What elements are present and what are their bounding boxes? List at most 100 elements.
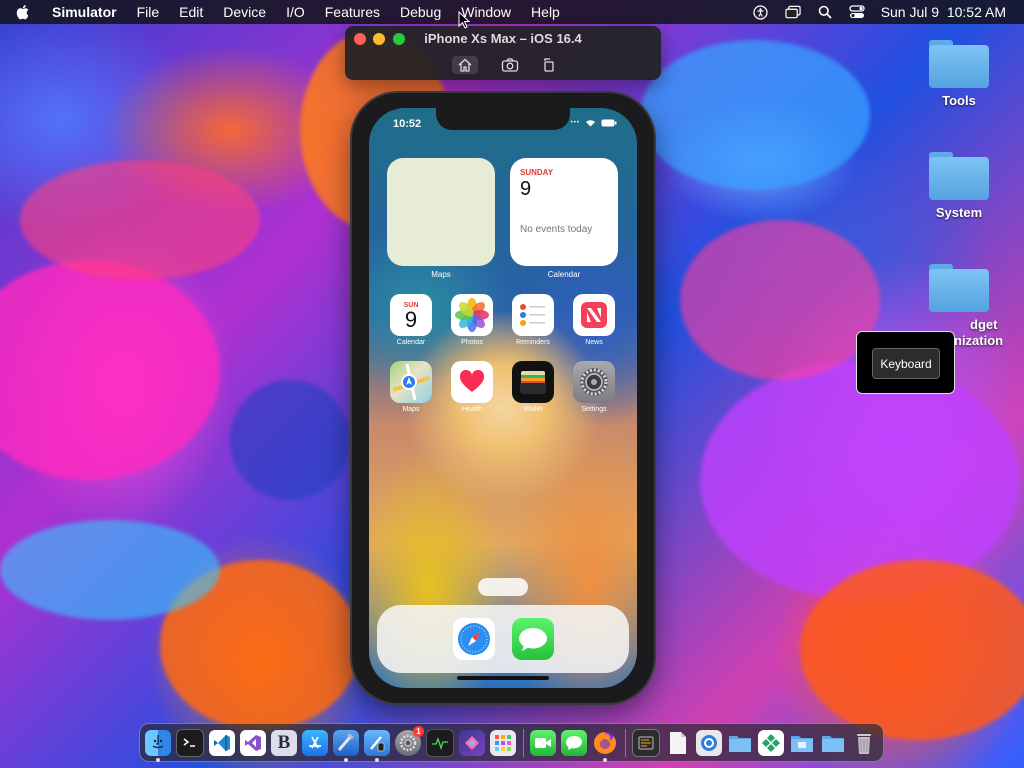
menu-app-name[interactable]: Simulator: [52, 4, 117, 20]
menu-bar: Simulator File Edit Device I/O Features …: [0, 0, 1024, 24]
iphone-home-screen[interactable]: 10:52 ••• Maps SUNDAY 9 No events today …: [369, 108, 637, 688]
app-label: Maps: [402, 406, 420, 413]
dock-separator: [625, 728, 626, 757]
control-center-icon[interactable]: [849, 4, 865, 20]
trash-icon[interactable]: [851, 730, 877, 756]
apple-menu-icon[interactable]: [16, 4, 38, 20]
affinity-icon[interactable]: [459, 729, 485, 756]
keyboard-button[interactable]: Keyboard: [872, 348, 940, 379]
app-label: News: [585, 339, 603, 346]
app-reminders[interactable]: Reminders: [512, 294, 554, 346]
calendar-widget-label: Calendar: [547, 270, 581, 279]
menu-file[interactable]: File: [137, 4, 160, 20]
spotlight-search-icon[interactable]: [817, 4, 833, 20]
menubar-clock[interactable]: Sun Jul 9 10:52 AM: [881, 4, 1006, 20]
vscode-icon[interactable]: [209, 729, 235, 756]
screen-mirroring-icon[interactable]: [785, 4, 801, 20]
app-label: Health: [461, 406, 483, 413]
visual-studio-icon[interactable]: [240, 729, 266, 756]
calendar-widget-day: SUNDAY: [520, 168, 554, 177]
phone-status-time: 10:52: [393, 118, 422, 130]
page-indicator-search[interactable]: [478, 578, 528, 596]
app-store-icon[interactable]: [302, 729, 328, 756]
app-news[interactable]: News: [573, 294, 615, 346]
wifi-icon: [586, 120, 595, 127]
home-indicator[interactable]: [457, 676, 549, 680]
calendar-widget-date: 9: [520, 178, 532, 200]
app-calendar[interactable]: SUN 9 Calendar: [390, 294, 432, 346]
safari-icon[interactable]: [453, 618, 495, 660]
mouse-cursor-icon: [458, 11, 470, 29]
home-icon: [458, 58, 472, 72]
desktop-folder-system[interactable]: System: [914, 152, 1004, 220]
signal-dots-icon: •••: [570, 120, 580, 126]
simulator-window-toolbar[interactable]: iPhone Xs Max – iOS 16.4: [345, 26, 661, 80]
news-icon: [573, 294, 615, 336]
phone-notch: [436, 108, 570, 130]
menu-debug[interactable]: Debug: [400, 4, 441, 20]
battery-icon: [601, 119, 617, 127]
settings-gear-icon: [573, 361, 615, 403]
app-label: Photos: [461, 339, 483, 346]
calendar-widget-events: No events today: [520, 224, 593, 235]
app-maps[interactable]: Maps: [390, 361, 432, 413]
folder-icon[interactable]: [820, 730, 846, 756]
terminal-icon[interactable]: [176, 728, 204, 757]
keyboard-popup: Keyboard: [856, 331, 955, 394]
notification-badge: 1: [413, 725, 424, 737]
messages-icon[interactable]: [512, 618, 554, 660]
screenshot-button[interactable]: [497, 56, 523, 74]
launchpad-icon[interactable]: [490, 729, 516, 756]
phone-status-icons: •••: [571, 119, 617, 127]
maps-widget-label: Maps: [431, 270, 451, 279]
activity-monitor-icon[interactable]: [426, 728, 454, 757]
app-wallet[interactable]: Wallet: [512, 361, 554, 413]
photos-icon: [451, 294, 493, 336]
camera-icon: [501, 58, 519, 72]
finder-icon[interactable]: [145, 729, 171, 762]
menu-edit[interactable]: Edit: [179, 4, 203, 20]
accessibility-icon[interactable]: [753, 4, 769, 20]
menu-device[interactable]: Device: [223, 4, 266, 20]
folder-icon: [929, 40, 989, 88]
maps-icon: [390, 361, 432, 403]
grid-app-icon[interactable]: [758, 729, 784, 756]
rotate-button[interactable]: [536, 56, 562, 74]
calendar-widget[interactable]: SUNDAY 9 No events today: [510, 158, 618, 266]
rotate-icon: [544, 58, 554, 72]
folder-icon[interactable]: [789, 730, 815, 756]
home-button[interactable]: [452, 56, 478, 74]
desktop-folder-label: System: [935, 205, 983, 220]
desktop-folder-label: dget nization: [954, 317, 1004, 348]
messages-icon[interactable]: [561, 729, 587, 756]
macos-dock: B 1: [139, 723, 884, 762]
app-label: Wallet: [523, 406, 543, 413]
app-photos[interactable]: Photos: [451, 294, 493, 346]
menu-features[interactable]: Features: [325, 4, 380, 20]
facetime-icon[interactable]: [530, 729, 556, 756]
app-settings[interactable]: Settings: [573, 361, 615, 413]
firefox-icon[interactable]: [592, 730, 618, 762]
menu-help[interactable]: Help: [531, 4, 560, 20]
system-preferences-icon[interactable]: 1: [395, 725, 424, 756]
iphone-simulator-device: 10:52 ••• Maps SUNDAY 9 No events today …: [352, 93, 654, 703]
console-icon[interactable]: [632, 728, 660, 757]
bbedit-icon[interactable]: B: [271, 729, 297, 756]
simulator-icon[interactable]: [364, 729, 390, 762]
folder-icon[interactable]: [727, 730, 753, 756]
desktop-folder-tools[interactable]: Tools: [914, 40, 1004, 108]
folder-icon: [929, 264, 989, 312]
xcode-icon[interactable]: [333, 729, 359, 762]
safari-tech-icon[interactable]: [696, 729, 722, 756]
wallet-icon: [512, 361, 554, 403]
reminders-icon: [512, 294, 554, 336]
health-icon: [451, 361, 493, 403]
desktop-folder-label: Tools: [942, 93, 976, 108]
app-label: Reminders: [516, 339, 550, 346]
calendar-app-icon: SUN 9: [390, 294, 432, 336]
app-label: Calendar: [396, 339, 426, 346]
app-health[interactable]: Health: [451, 361, 493, 413]
menu-io[interactable]: I/O: [286, 4, 305, 20]
file-icon[interactable]: [665, 730, 691, 756]
maps-widget[interactable]: [387, 158, 495, 266]
